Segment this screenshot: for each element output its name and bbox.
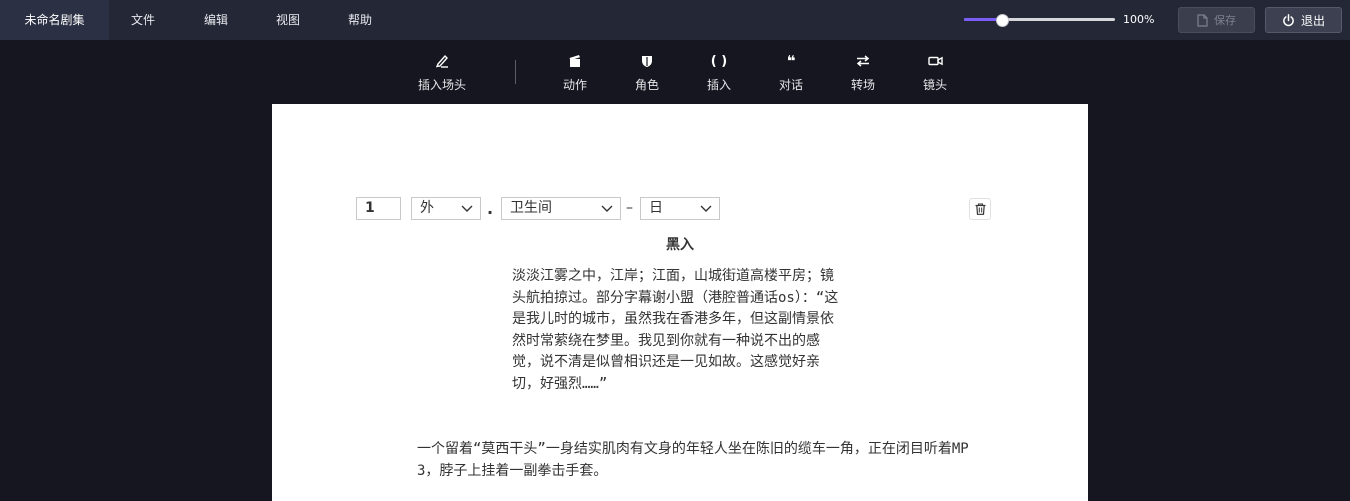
clapperboard-icon	[569, 55, 580, 67]
separator-dot: .	[487, 199, 494, 218]
character-button[interactable]: 角色	[611, 40, 683, 104]
mask-icon	[642, 56, 652, 67]
format-toolbar: 插入场头 动作 角色 ( ) 插入 ❝ 对话 转场 镜头	[0, 40, 1350, 104]
scene-number-input[interactable]: 1	[356, 197, 401, 220]
menu-view[interactable]: 视图	[276, 0, 300, 40]
tool-label: 插入场头	[417, 78, 466, 92]
chevron-down-icon	[601, 205, 613, 212]
chevron-down-icon	[700, 205, 712, 212]
tool-label: 动作	[562, 78, 587, 92]
script-page[interactable]: 1 外 . 卫生间 – 日 黑入 淡淡江雾之中，江岸；江面，山城街道高楼平房；镜…	[272, 104, 1088, 501]
zoom-slider[interactable]	[964, 14, 1115, 27]
file-icon	[1197, 13, 1208, 27]
exit-button-label: 退出	[1300, 13, 1325, 28]
shot-button[interactable]: 镜头	[899, 40, 971, 104]
toolbar-divider	[515, 60, 516, 84]
tool-label: 对话	[778, 78, 803, 92]
dialogue-text[interactable]: 淡淡江雾之中，江岸；江面，山城街道高楼平房；镜头航拍掠过。部分字幕谢小盟（港腔普…	[512, 266, 842, 395]
tool-label: 插入	[706, 78, 731, 92]
exit-button[interactable]: 退出	[1265, 7, 1342, 33]
parentheses-icon: ( )	[710, 53, 728, 69]
tool-label: 转场	[850, 78, 875, 92]
transition-text[interactable]: 黑入	[272, 234, 1088, 254]
zoom-slider-handle[interactable]	[995, 14, 1009, 27]
int-ext-value: 外	[420, 200, 434, 216]
zoom-level: 100%	[1123, 13, 1155, 26]
trash-icon	[975, 203, 985, 215]
int-ext-select[interactable]: 外	[411, 197, 481, 220]
menu-file[interactable]: 文件	[131, 0, 155, 40]
chevron-down-icon	[461, 205, 473, 212]
menu-edit[interactable]: 编辑	[204, 0, 228, 40]
swap-arrows-icon	[856, 55, 870, 67]
time-value: 日	[649, 200, 663, 216]
tool-label: 镜头	[922, 78, 947, 92]
menu-help[interactable]: 帮助	[348, 0, 372, 40]
transition-button[interactable]: 转场	[827, 40, 899, 104]
parenthetical-button[interactable]: ( ) 插入	[683, 40, 755, 104]
insert-scene-header-button[interactable]: 插入场头	[406, 40, 478, 104]
menu-bar: 未命名剧集 文件 编辑 视图 帮助 100% 保存 退出	[0, 0, 1350, 40]
camera-icon	[927, 56, 943, 66]
location-select[interactable]: 卫生间	[501, 197, 621, 220]
tool-label: 角色	[634, 78, 659, 92]
time-select[interactable]: 日	[640, 197, 720, 220]
dialogue-button[interactable]: ❝ 对话	[755, 40, 827, 104]
save-button[interactable]: 保存	[1178, 7, 1255, 33]
location-value: 卫生间	[510, 200, 552, 216]
quote-icon: ❝	[786, 52, 796, 70]
action-button[interactable]: 动作	[539, 40, 611, 104]
power-icon	[1283, 13, 1294, 26]
separator-dash: –	[626, 200, 633, 216]
project-title[interactable]: 未命名剧集	[0, 0, 109, 40]
action-text[interactable]: 一个留着“莫西干头”一身结实肌肉有文身的年轻人坐在陈旧的缆车一角，正在闭目听着M…	[417, 438, 987, 482]
save-button-label: 保存	[1214, 14, 1236, 27]
scene-header-icon	[435, 54, 448, 68]
delete-scene-button[interactable]	[969, 198, 991, 220]
